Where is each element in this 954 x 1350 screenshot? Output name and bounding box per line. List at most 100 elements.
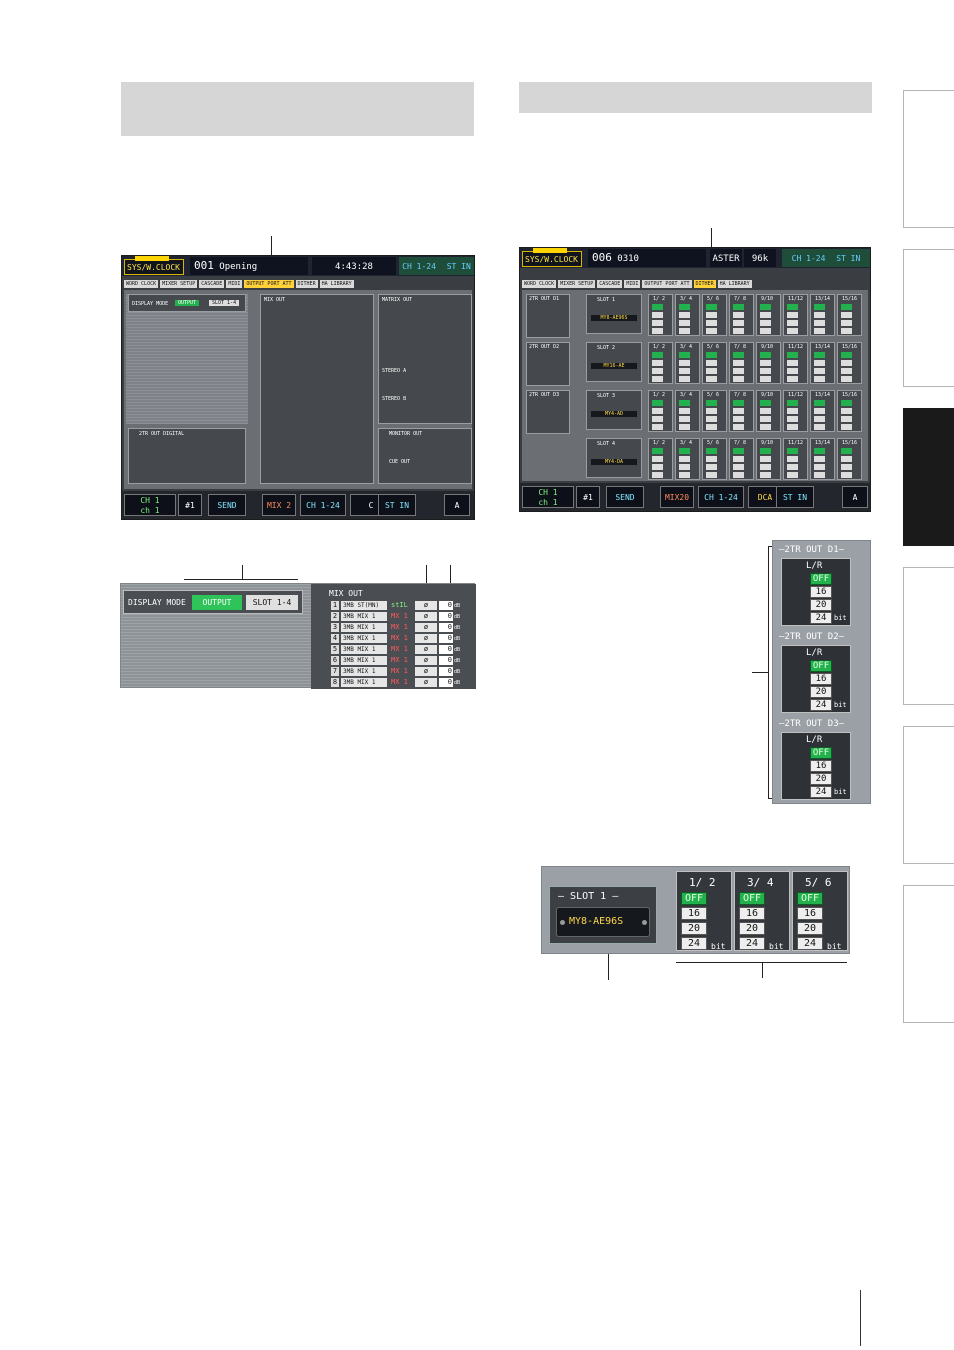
bit-mini-button[interactable]: [733, 464, 744, 470]
bit-mini-button[interactable]: [679, 472, 690, 478]
bit-mini-button[interactable]: [706, 472, 717, 478]
bit-24-button[interactable]: 24: [797, 937, 823, 950]
bit-mini-button[interactable]: [841, 448, 852, 454]
bit-mini-button[interactable]: [760, 424, 771, 430]
slot-button[interactable]: SLOT 1-4: [246, 595, 298, 610]
bit-mini-button[interactable]: [679, 400, 690, 406]
bit-16-button[interactable]: 16: [797, 907, 823, 920]
chapter-tab-3-active[interactable]: [903, 408, 954, 546]
attenuation-value[interactable]: 0: [439, 678, 453, 687]
bit-mini-button[interactable]: [679, 424, 690, 430]
tab-word-clock[interactable]: WORD CLOCK: [124, 280, 159, 288]
bit-mini-button[interactable]: [787, 376, 798, 382]
bit-mini-button[interactable]: [841, 408, 852, 414]
bit-mini-button[interactable]: [733, 376, 744, 382]
bit-mini-button[interactable]: [733, 408, 744, 414]
bit-mini-button[interactable]: [787, 328, 798, 334]
bit-mini-button[interactable]: [760, 320, 771, 326]
bit-mini-button[interactable]: [841, 352, 852, 358]
bit-mini-button[interactable]: [841, 456, 852, 462]
chapter-tab-6[interactable]: [903, 885, 954, 1023]
phase-button[interactable]: ø: [415, 645, 437, 654]
bit-mini-button[interactable]: [733, 328, 744, 334]
chapter-tab-2[interactable]: [903, 249, 954, 387]
bit-mini-button[interactable]: [652, 376, 663, 382]
phase-button[interactable]: ø: [415, 678, 437, 687]
bit-16-button[interactable]: 16: [681, 907, 707, 920]
bit-off-button[interactable]: OFF: [681, 892, 707, 905]
bit-mini-button[interactable]: [733, 320, 744, 326]
attenuation-value[interactable]: 0: [439, 634, 453, 643]
attenuation-value[interactable]: 0: [439, 645, 453, 654]
bit-mini-button[interactable]: [787, 456, 798, 462]
chapter-tab-5[interactable]: [903, 726, 954, 864]
bit-mini-button[interactable]: [706, 368, 717, 374]
st-in-display[interactable]: ST IN: [776, 486, 814, 508]
slot-button[interactable]: SLOT 1-4: [209, 300, 240, 306]
bit-mini-button[interactable]: [760, 312, 771, 318]
tab-cascade[interactable]: CASCADE: [199, 280, 225, 288]
attenuation-value[interactable]: 0: [439, 656, 453, 665]
attenuation-value[interactable]: 0: [439, 612, 453, 621]
card-name-box[interactable]: MY8-AE96S: [556, 907, 650, 937]
bit-24-button[interactable]: 24: [810, 699, 832, 711]
bit-mini-button[interactable]: [760, 448, 771, 454]
bit-mini-button[interactable]: [652, 472, 663, 478]
meter-section[interactable]: CH 1-24 ST IN: [782, 249, 870, 267]
bit-mini-button[interactable]: [760, 360, 771, 366]
bit-mini-button[interactable]: [814, 360, 825, 366]
bit-mini-button[interactable]: [733, 312, 744, 318]
bit-mini-button[interactable]: [814, 304, 825, 310]
bit-mini-button[interactable]: [652, 328, 663, 334]
attenuation-value[interactable]: 0: [439, 623, 453, 632]
bit-mini-button[interactable]: [733, 400, 744, 406]
tab-dither[interactable]: DITHER: [295, 280, 318, 288]
tab-mixer-setup[interactable]: MIXER SETUP: [558, 280, 596, 288]
bit-20-button[interactable]: 20: [810, 773, 832, 785]
bit-20-button[interactable]: 20: [797, 922, 823, 935]
bit-mini-button[interactable]: [787, 464, 798, 470]
selected-ch[interactable]: CH 1 ch 1: [124, 494, 176, 516]
bit-mini-button[interactable]: [760, 368, 771, 374]
tab-midi[interactable]: MIDI: [226, 280, 243, 288]
bit-mini-button[interactable]: [652, 448, 663, 454]
bit-20-button[interactable]: 20: [810, 686, 832, 698]
output-button[interactable]: OUTPUT: [175, 300, 200, 306]
bit-mini-button[interactable]: [760, 376, 771, 382]
bit-mini-button[interactable]: [679, 456, 690, 462]
bit-mini-button[interactable]: [652, 368, 663, 374]
bit-mini-button[interactable]: [841, 328, 852, 334]
bit-mini-button[interactable]: [814, 368, 825, 374]
bit-mini-button[interactable]: [679, 416, 690, 422]
bit-24-button[interactable]: 24: [739, 937, 765, 950]
bit-mini-button[interactable]: [733, 472, 744, 478]
bit-mini-button[interactable]: [706, 312, 717, 318]
selected-ch[interactable]: CH 1 ch 1: [522, 486, 574, 508]
bit-mini-button[interactable]: [841, 312, 852, 318]
bit-mini-button[interactable]: [706, 424, 717, 430]
bit-16-button[interactable]: 16: [810, 586, 832, 598]
bit-mini-button[interactable]: [679, 312, 690, 318]
scene-memory-display[interactable]: 006 0310: [588, 249, 706, 267]
bit-mini-button[interactable]: [733, 368, 744, 374]
meter-section[interactable]: CH 1-24 ST IN: [399, 257, 474, 275]
bit-16-button[interactable]: 16: [739, 907, 765, 920]
bit-mini-button[interactable]: [679, 408, 690, 414]
bit-mini-button[interactable]: [652, 304, 663, 310]
bit-off-button[interactable]: OFF: [810, 747, 832, 759]
bit-20-button[interactable]: 20: [739, 922, 765, 935]
bit-mini-button[interactable]: [787, 352, 798, 358]
bit-mini-button[interactable]: [733, 456, 744, 462]
bit-16-button[interactable]: 16: [810, 673, 832, 685]
bit-mini-button[interactable]: [652, 320, 663, 326]
bit-mini-button[interactable]: [706, 328, 717, 334]
bit-mini-button[interactable]: [814, 464, 825, 470]
bit-mini-button[interactable]: [706, 304, 717, 310]
bit-mini-button[interactable]: [760, 464, 771, 470]
bit-mini-button[interactable]: [679, 304, 690, 310]
bit-mini-button[interactable]: [787, 320, 798, 326]
bit-mini-button[interactable]: [706, 376, 717, 382]
bit-mini-button[interactable]: [760, 400, 771, 406]
bit-mini-button[interactable]: [679, 320, 690, 326]
phase-button[interactable]: ø: [415, 667, 437, 676]
